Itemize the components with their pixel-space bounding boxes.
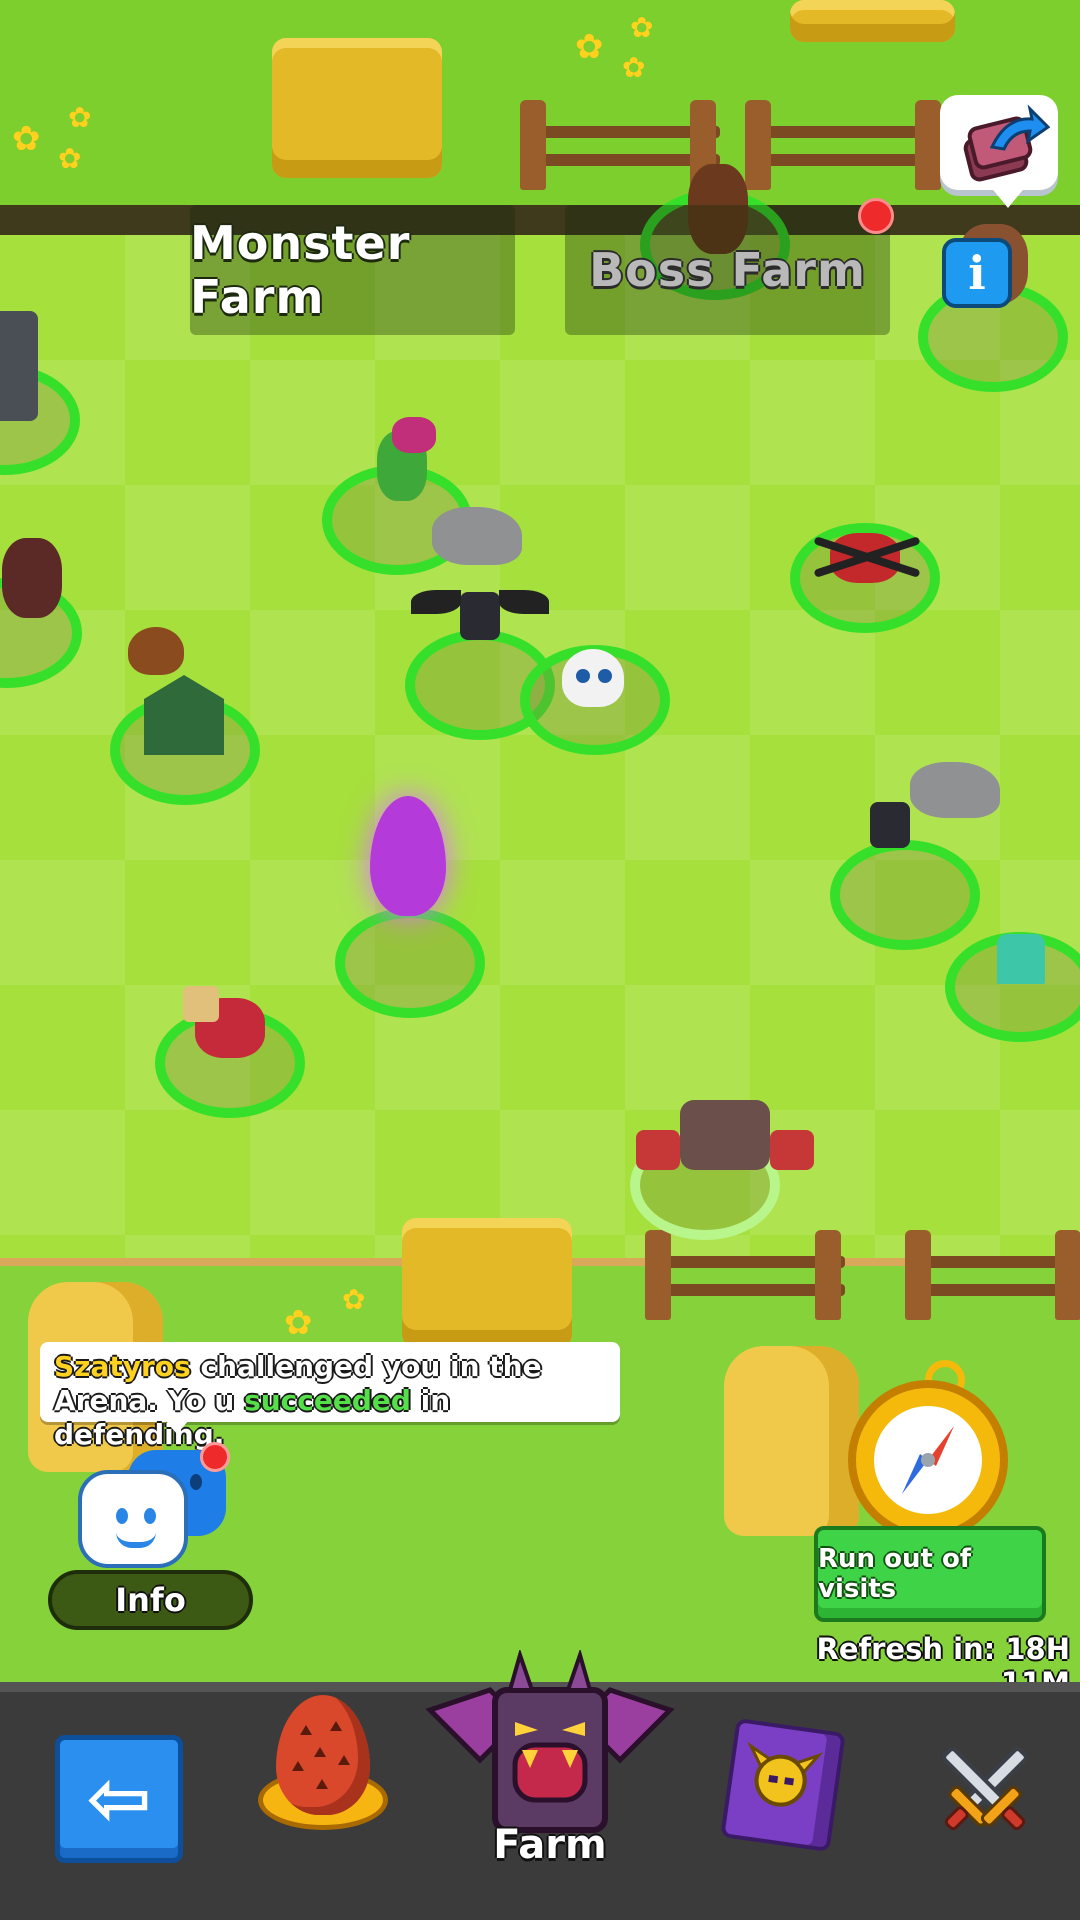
hay-bale	[272, 38, 442, 178]
chat-face-icon[interactable]	[78, 1470, 188, 1568]
hay-roll	[724, 1346, 859, 1536]
tab-monster-farm-label: Monster Farm	[190, 216, 411, 324]
share-button[interactable]	[940, 95, 1058, 190]
share-button-tail	[990, 186, 1026, 208]
notification-tail	[165, 1420, 189, 1434]
notification-dot	[858, 198, 894, 234]
egg-hatchery-button[interactable]	[276, 1695, 370, 1815]
fence	[645, 1230, 845, 1320]
monster-stone-golem[interactable]	[630, 1100, 814, 1240]
crossed-swords-icon	[942, 1747, 1028, 1831]
tab-monster-farm[interactable]: Monster Farm	[190, 205, 515, 335]
monster-ghost[interactable]	[945, 932, 1080, 1042]
egg-icon	[292, 1721, 350, 1789]
field-border-top	[0, 205, 1080, 235]
monster-golem[interactable]	[0, 311, 80, 475]
notification-result: succeeded	[244, 1384, 411, 1417]
fence	[520, 100, 720, 190]
flower-icon: ✿	[58, 142, 82, 175]
flower-icon: ✿	[12, 119, 41, 159]
battle-button[interactable]	[930, 1735, 1040, 1845]
compass-needle-icon	[902, 1426, 954, 1494]
monster-cactus[interactable]	[322, 417, 522, 575]
back-arrow-icon: ⇦	[86, 1754, 152, 1844]
farm-label: Farm	[493, 1822, 607, 1868]
monster-skull[interactable]	[520, 645, 670, 755]
flower-icon: ✿	[630, 11, 654, 44]
fence	[905, 1230, 1080, 1320]
info-button[interactable]: i	[942, 238, 1012, 308]
compass-icon[interactable]	[848, 1380, 1008, 1540]
monster-poop-archer[interactable]	[110, 627, 260, 805]
info-label-button[interactable]: Info	[48, 1570, 253, 1630]
tab-boss-farm-label: Boss Farm	[589, 243, 866, 297]
back-button[interactable]: ⇦	[55, 1735, 183, 1863]
monster-spider[interactable]	[790, 523, 940, 633]
arena-notification[interactable]: Szatyros challenged you in the Arena. Yo…	[40, 1342, 620, 1451]
monster-bat-demon[interactable]	[0, 538, 82, 688]
monster-book-button[interactable]	[720, 1717, 846, 1853]
hay-bale	[790, 0, 955, 42]
visits-button-label: Run out of visits	[818, 1544, 972, 1604]
flower-icon: ✿	[342, 1283, 366, 1316]
info-label: Info	[115, 1581, 186, 1619]
monster-scarecrow[interactable]	[155, 986, 305, 1118]
notification-dot	[200, 1442, 230, 1472]
flower-icon: ✿	[68, 101, 92, 134]
run-out-of-visits-button[interactable]: Run out of visits	[814, 1526, 1046, 1622]
monster-purple-flame[interactable]	[335, 796, 485, 1018]
farm-button[interactable]	[420, 1648, 680, 1850]
flower-icon: ✿	[575, 27, 604, 67]
bat-castle-icon	[425, 1648, 675, 1833]
share-arrow-icon	[963, 104, 1051, 182]
monster-book-icon	[747, 1741, 824, 1807]
fence	[745, 100, 945, 190]
flower-icon: ✿	[284, 1303, 313, 1343]
challenger-name: Szatyros	[54, 1350, 191, 1383]
hay-bale	[402, 1218, 572, 1348]
tab-boss-farm[interactable]: Boss Farm	[565, 205, 890, 335]
info-icon: i	[968, 246, 986, 300]
flower-icon: ✿	[622, 51, 646, 84]
